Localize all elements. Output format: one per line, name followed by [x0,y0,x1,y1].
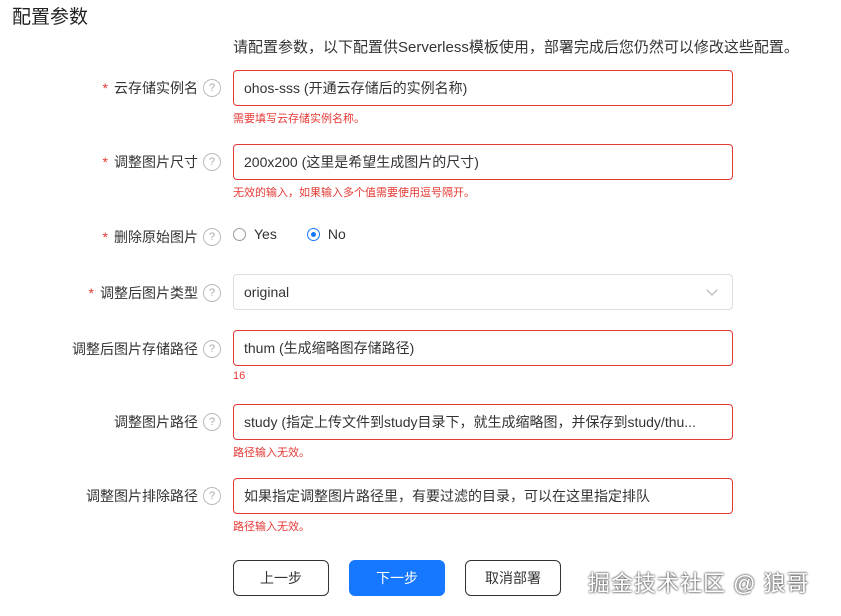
cancel-deploy-button[interactable]: 取消部署 [465,560,561,596]
image-size-label: * 调整图片尺寸 ? [103,152,221,172]
radio-yes[interactable]: Yes [233,226,277,242]
radio-no[interactable]: No [306,226,346,242]
required-asterisk: * [88,285,94,301]
image-path-label: 调整图片路径 ? [114,412,221,432]
output-type-select[interactable]: original [233,274,733,310]
question-circle-icon[interactable]: ? [203,228,221,246]
chevron-down-icon [706,284,718,296]
exclude-path-input[interactable] [233,478,733,514]
instance-name-error: 需要填写云存储实例名称。 [233,113,365,125]
question-circle-icon[interactable]: ? [203,487,221,505]
output-type-label: * 调整后图片类型 ? [89,283,221,303]
instance-name-input[interactable] [233,70,733,106]
exclude-path-label: 调整图片排除路径 ? [86,486,221,506]
page-description: 请配置参数，以下配置供Serverless模板使用，部署完成后您仍然可以修改这些… [233,39,799,56]
image-size-input[interactable] [233,144,733,180]
radio-circle-no[interactable] [306,227,320,241]
image-size-error: 无效的输入，如果输入多个值需要使用逗号隔开。 [233,187,475,199]
question-circle-icon[interactable]: ? [203,413,221,431]
question-circle-icon[interactable]: ? [203,153,221,171]
output-path-label: 调整后图片存储路径 ? [72,339,221,359]
image-path-input[interactable] [233,404,733,440]
delete-original-label: * 删除原始图片 ? [103,227,221,247]
required-asterisk: * [102,229,108,245]
image-path-error: 路径输入无效。 [233,447,310,459]
radio-circle-yes[interactable] [233,227,246,241]
question-circle-icon[interactable]: ? [203,340,221,358]
required-asterisk: * [102,154,108,170]
watermark: 掘金技术社区 @ 狼哥 [588,571,810,596]
next-button[interactable]: 下一步 [349,560,445,596]
output-path-input[interactable] [233,330,733,366]
instance-name-label: * 云存储实例名 ? [103,78,221,98]
output-path-error: 16 [233,370,246,382]
question-circle-icon[interactable]: ? [203,284,221,302]
required-asterisk: * [102,80,108,96]
question-circle-icon[interactable]: ? [203,79,221,97]
prev-button[interactable]: 上一步 [233,560,329,596]
page-title: 配置参数 [12,7,89,28]
exclude-path-error: 路径输入无效。 [233,521,310,533]
delete-original-radio-group: Yes No [233,226,376,242]
